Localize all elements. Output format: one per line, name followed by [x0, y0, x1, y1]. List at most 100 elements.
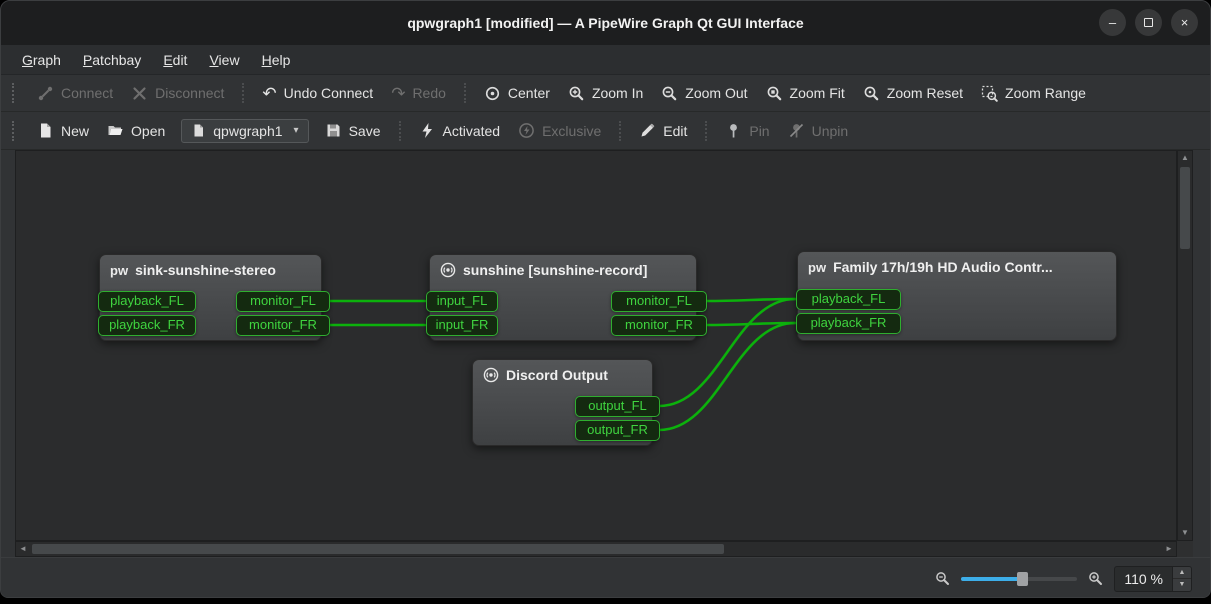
activated-toggle[interactable]: Activated [410, 117, 510, 144]
toolbar-separator [464, 83, 466, 103]
spin-up-button[interactable]: ▲ [1173, 567, 1191, 580]
pin-icon [725, 122, 742, 139]
unpin-label: Unpin [812, 123, 849, 139]
scroll-down-arrow[interactable]: ▼ [1178, 526, 1192, 540]
patchbay-file-icon [191, 123, 206, 138]
zoom-fit-label: Zoom Fit [790, 85, 845, 101]
toolbar-separator [242, 83, 244, 103]
node-sunshine[interactable]: sunshine [sunshine-record] input_FL inpu… [429, 254, 697, 341]
pin-button[interactable]: Pin [716, 117, 778, 144]
horizontal-scrollbar[interactable]: ◄ ► [15, 541, 1177, 557]
scroll-up-arrow[interactable]: ▲ [1178, 151, 1192, 165]
undo-connect-button[interactable]: ↶ Undo Connect [253, 80, 382, 106]
zoom-out-button[interactable]: Zoom Out [652, 80, 756, 107]
menu-view[interactable]: View [200, 49, 248, 71]
unpin-button[interactable]: Unpin [779, 117, 858, 144]
zoom-reset-button[interactable]: Zoom Reset [854, 80, 972, 107]
center-button[interactable]: Center [475, 80, 559, 107]
menu-patchbay[interactable]: Patchbay [74, 49, 150, 71]
port-output-fl[interactable]: output_FL [575, 396, 660, 417]
pin-label: Pin [749, 123, 769, 139]
vertical-scrollbar[interactable]: ▲ ▼ [1177, 150, 1193, 541]
minimize-button[interactable]: – [1099, 9, 1126, 36]
port-output-fr[interactable]: output_FR [575, 420, 660, 441]
zoom-slider-handle[interactable] [1017, 572, 1028, 586]
window-title: qpwgraph1 [modified] — A PipeWire Graph … [407, 15, 803, 31]
zoom-percent-value[interactable]: 110 % [1115, 567, 1172, 591]
node-title: Discord Output [506, 367, 608, 383]
node-header: Discord Output [473, 360, 652, 387]
spin-down-button[interactable]: ▼ [1173, 579, 1191, 591]
port-monitor-fl[interactable]: monitor_FL [611, 291, 707, 312]
toolbar-separator [399, 121, 401, 141]
zoom-in-icon [568, 85, 585, 102]
connect-label: Connect [61, 85, 113, 101]
toolbar-drag-handle[interactable] [12, 83, 18, 103]
port-input-fl[interactable]: input_FL [426, 291, 498, 312]
node-title: sink-sunshine-stereo [135, 262, 276, 278]
patchbay-profile-select[interactable]: qpwgraph1 ▾ [181, 119, 308, 143]
zoom-fit-button[interactable]: Zoom Fit [757, 80, 854, 107]
redo-label: Redo [412, 85, 445, 101]
lightning-icon [419, 122, 436, 139]
zoom-range-label: Zoom Range [1005, 85, 1086, 101]
close-button[interactable]: × [1171, 9, 1198, 36]
node-discord-output[interactable]: Discord Output output_FL output_FR [472, 359, 653, 446]
app-window: qpwgraph1 [modified] — A PipeWire Graph … [0, 0, 1211, 598]
zoom-in-button[interactable]: Zoom In [559, 80, 652, 107]
node-title: Family 17h/19h HD Audio Contr... [833, 259, 1053, 275]
titlebar[interactable]: qpwgraph1 [modified] — A PipeWire Graph … [1, 1, 1210, 45]
zoom-in-mini-icon[interactable] [1088, 571, 1103, 586]
port-monitor-fr[interactable]: monitor_FR [236, 315, 330, 336]
pencil-icon [639, 122, 656, 139]
menu-help[interactable]: Help [253, 49, 300, 71]
unpin-icon [788, 122, 805, 139]
new-button[interactable]: New [28, 117, 98, 144]
monitor-icon [440, 262, 456, 278]
exclusive-toggle[interactable]: Exclusive [509, 117, 610, 144]
open-button[interactable]: Open [98, 117, 174, 144]
graph-canvas[interactable]: pw sink-sunshine-stereo playback_FL play… [15, 150, 1177, 541]
toolbar-drag-handle[interactable] [12, 121, 18, 141]
port-monitor-fr[interactable]: monitor_FR [611, 315, 707, 336]
open-folder-icon [107, 122, 124, 139]
minimize-icon: – [1109, 16, 1116, 29]
connect-button[interactable]: Connect [28, 80, 122, 107]
port-playback-fl[interactable]: playback_FL [796, 289, 901, 310]
zoom-percent-spinbox[interactable]: 110 % ▲ ▼ [1114, 566, 1192, 592]
horizontal-scrollbar-thumb[interactable] [32, 544, 724, 554]
port-monitor-fl[interactable]: monitor_FL [236, 291, 330, 312]
zoom-out-mini-icon[interactable] [935, 571, 950, 586]
toolbar-separator [705, 121, 707, 141]
node-sink-sunshine-stereo[interactable]: pw sink-sunshine-stereo playback_FL play… [99, 254, 322, 341]
new-file-icon [37, 122, 54, 139]
disconnect-button[interactable]: Disconnect [122, 80, 233, 107]
port-input-fr[interactable]: input_FR [426, 315, 498, 336]
toolbar-separator [619, 121, 621, 141]
zoom-range-button[interactable]: Zoom Range [972, 80, 1095, 107]
scrollbar-corner [1177, 541, 1193, 557]
new-label: New [61, 123, 89, 139]
zoom-slider[interactable] [961, 570, 1077, 588]
vertical-scrollbar-thumb[interactable] [1180, 167, 1190, 249]
scroll-left-arrow[interactable]: ◄ [16, 542, 30, 556]
port-playback-fl[interactable]: playback_FL [98, 291, 196, 312]
window-controls: – × [1099, 9, 1198, 36]
scroll-right-arrow[interactable]: ► [1162, 542, 1176, 556]
port-playback-fr[interactable]: playback_FR [98, 315, 196, 336]
menu-graph[interactable]: Graph [13, 49, 70, 71]
save-button[interactable]: Save [316, 117, 390, 144]
node-family-audio-controller[interactable]: pw Family 17h/19h HD Audio Contr... play… [797, 251, 1117, 341]
redo-button[interactable]: ↷ Redo [382, 80, 455, 106]
menu-edit[interactable]: Edit [154, 49, 196, 71]
maximize-button[interactable] [1135, 9, 1162, 36]
zoom-out-icon [661, 85, 678, 102]
canvas-frame: pw sink-sunshine-stereo playback_FL play… [1, 150, 1211, 557]
redo-icon: ↷ [391, 86, 405, 101]
exclusive-icon [518, 122, 535, 139]
spin-arrows: ▲ ▼ [1172, 567, 1191, 591]
edit-button[interactable]: Edit [630, 117, 696, 144]
port-playback-fr[interactable]: playback_FR [796, 313, 901, 334]
connection-wires [16, 151, 1177, 541]
menubar: Graph Patchbay Edit View Help [1, 45, 1210, 75]
